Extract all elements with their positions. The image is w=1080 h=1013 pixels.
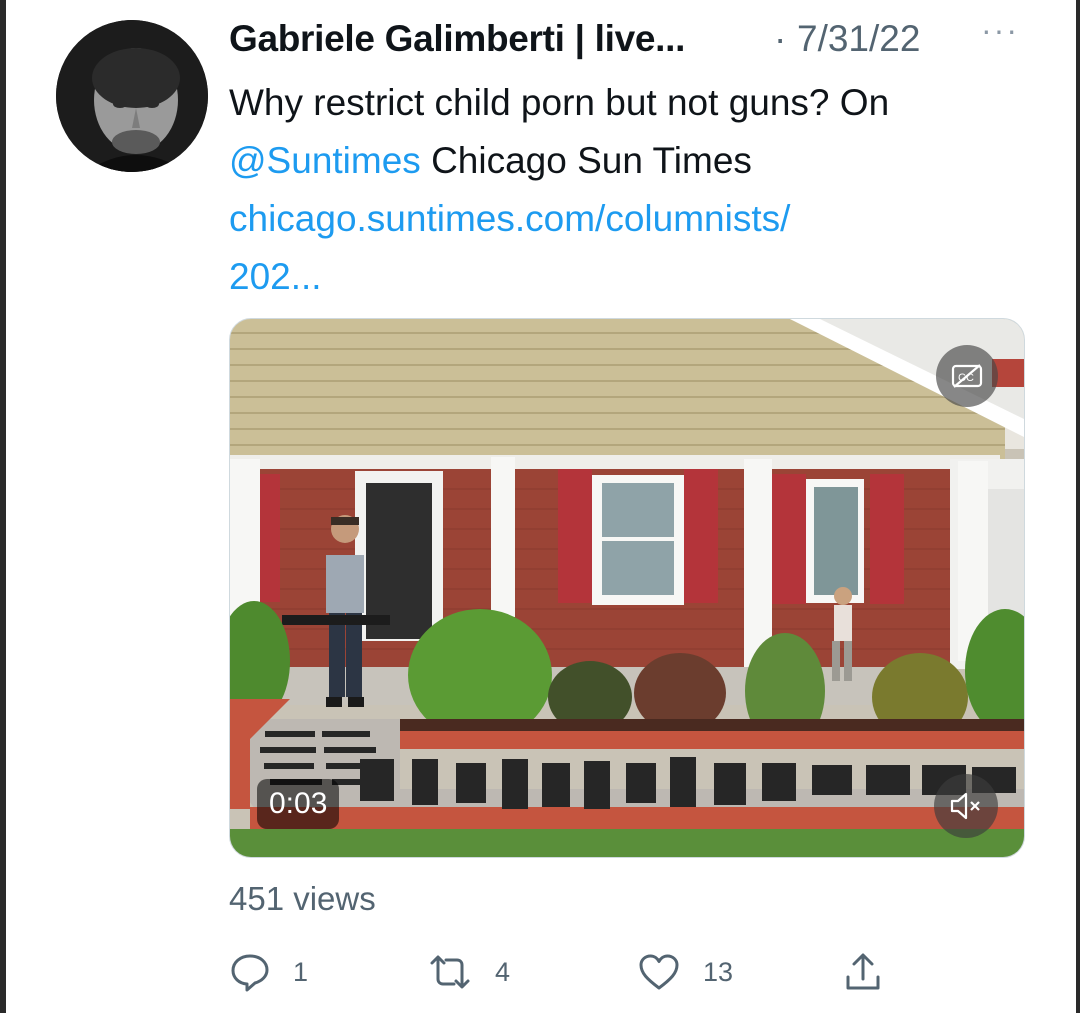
speaker-muted-icon <box>950 792 980 820</box>
heart-icon <box>639 954 679 990</box>
article-link[interactable]: chicago.suntimes.com/columnists/ <box>229 190 1059 248</box>
tweet-text: Why restrict child porn but not guns? On… <box>229 74 1059 306</box>
reply-icon <box>231 954 269 992</box>
right-frame-edge <box>1076 0 1080 1013</box>
captions-toggle-button[interactable]: CC <box>936 345 998 407</box>
share-icon <box>846 953 880 990</box>
video-player[interactable]: CC 0:03 <box>229 318 1025 858</box>
unmute-button[interactable] <box>934 774 998 838</box>
captions-off-icon: CC <box>951 364 983 388</box>
reply-count: 1 <box>293 956 309 987</box>
mention-link[interactable]: @Suntimes <box>229 140 421 181</box>
share-button[interactable] <box>843 944 883 1000</box>
tweet-header: Gabriele Galimberti | live... · 7/31/22 … <box>229 12 1049 66</box>
header-separator: · <box>774 18 787 59</box>
reply-button[interactable]: 1 <box>229 944 308 1000</box>
article-link-continued[interactable]: 202... <box>229 248 1059 306</box>
view-count: 451 views <box>229 880 376 917</box>
avatar[interactable] <box>56 20 208 172</box>
tweet-text-line: Why restrict child porn but not guns? On <box>229 82 890 123</box>
retweet-icon <box>430 955 470 989</box>
video-frame <box>230 319 1024 857</box>
tweet-text-fragment: Chicago Sun Times <box>420 140 752 181</box>
like-button[interactable]: 13 <box>637 944 733 1000</box>
tweet-action-bar: 1 4 13 <box>229 944 1059 1000</box>
like-count: 13 <box>703 956 734 987</box>
more-options-button[interactable]: ··· <box>981 12 1019 49</box>
tweet-date[interactable]: 7/31/22 <box>797 18 920 60</box>
retweet-count: 4 <box>495 956 511 987</box>
video-elapsed-time: 0:03 <box>257 779 340 829</box>
left-frame-edge <box>0 0 6 1013</box>
tweet-text-line: @Suntimes Chicago Sun Times <box>229 132 1059 190</box>
avatar-photo <box>56 20 208 172</box>
author-name[interactable]: Gabriele Galimberti | live... <box>229 18 685 60</box>
retweet-button[interactable]: 4 <box>427 944 510 1000</box>
